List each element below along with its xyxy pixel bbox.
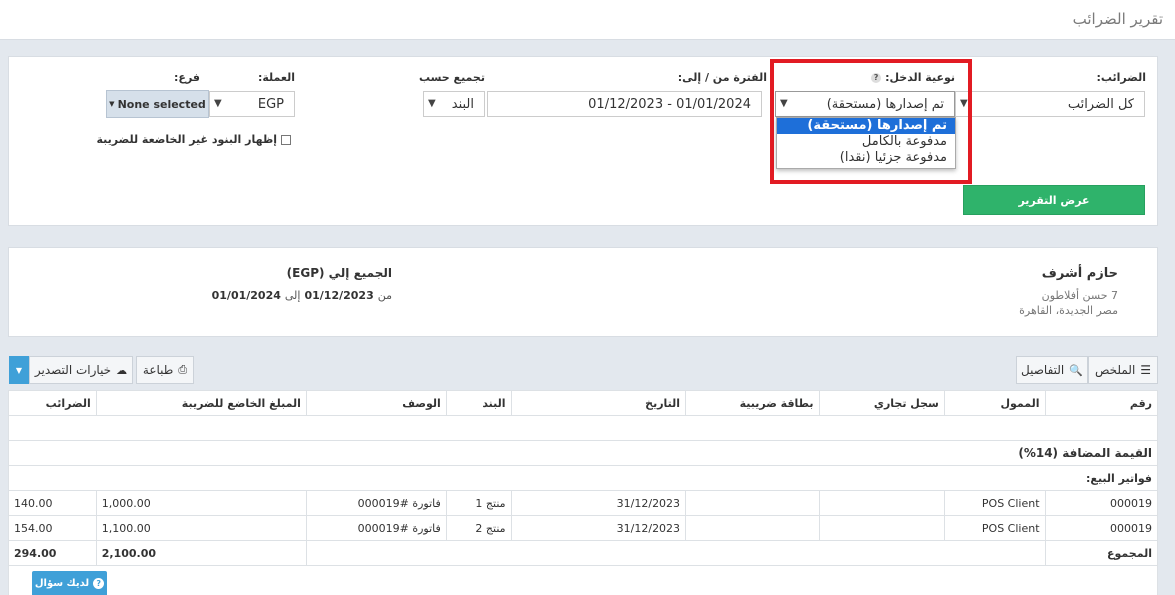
export-options-label: خيارات التصدير xyxy=(34,363,112,377)
date-to-word: إلى xyxy=(284,289,301,302)
cell-tax: 140.00 xyxy=(8,490,97,516)
export-options-button[interactable]: ☁ خيارات التصدير xyxy=(29,356,133,384)
cell-item: منتج 1 xyxy=(445,490,512,516)
col-header-commercial-reg: سجل تجاري xyxy=(818,390,945,416)
income-type-option[interactable]: تم إصدارها (مستحقة) xyxy=(777,118,955,134)
tax-report-table: الضرائب المبلغ الخاضع للضريبة الوصف البن… xyxy=(8,390,1159,595)
table-row: 140.00 1,000.00 فاتورة #000019 منتج 1 31… xyxy=(8,490,1159,516)
currency-select[interactable]: EGP ▼ xyxy=(209,91,295,117)
summary-button[interactable]: ☰ الملخص xyxy=(1088,356,1158,384)
taxes-select-value: كل الضرائب xyxy=(1067,96,1134,112)
company-name: حازم أشرف xyxy=(1041,266,1118,281)
cell-client: POS Client xyxy=(943,490,1046,516)
caret-down-icon: ▼ xyxy=(109,100,115,108)
group-by-select[interactable]: البند ▼ xyxy=(423,91,485,117)
cell-date: 31/12/2023 xyxy=(510,515,687,541)
cell-tax: 154.00 xyxy=(8,515,97,541)
chevron-down-icon: ▼ xyxy=(428,98,436,109)
total-row: 294.00 2,100.00 المجموع xyxy=(8,540,1159,566)
print-button-label: طباعة xyxy=(142,363,174,377)
taxes-select[interactable]: كل الضرائب ▼ xyxy=(955,91,1145,117)
table-header-row: الضرائب المبلغ الخاضع للضريبة الوصف البن… xyxy=(8,390,1159,416)
period-input[interactable]: 01/01/2024 - 01/12/2023 xyxy=(487,91,762,117)
branch-multiselect-value: None selected xyxy=(117,97,206,111)
details-button-label: التفاصيل xyxy=(1021,363,1065,377)
cell-number: 000019 xyxy=(1044,490,1159,516)
subsection-title: فواتير البيع: xyxy=(8,465,1158,491)
cell-taxable-amount: 1,100.00 xyxy=(95,515,307,541)
page-title: تقرير الضرائب xyxy=(1072,10,1163,28)
currency-label: العملة: xyxy=(257,71,295,84)
search-icon: 🔍 xyxy=(1069,363,1083,377)
help-button[interactable]: ? لديك سؤال xyxy=(32,571,107,595)
print-button[interactable]: ⎙ طباعة xyxy=(136,356,194,384)
col-header-tax-card: بطاقة ضريبية xyxy=(685,390,820,416)
company-address-line1: 7 حسن أفلاطون xyxy=(1041,289,1118,302)
export-dropdown-toggle[interactable]: ▼ xyxy=(9,356,29,384)
cell-number: 000019 xyxy=(1044,515,1159,541)
cell-client: POS Client xyxy=(943,515,1046,541)
date-to: 01/01/2024 xyxy=(211,289,281,302)
cloud-download-icon: ☁ xyxy=(116,363,128,377)
cell-description: فاتورة #000019 xyxy=(305,490,447,516)
show-non-taxable-checkbox[interactable] xyxy=(281,134,291,145)
income-type-option[interactable]: مدفوعة جزئيا (نقدا) xyxy=(777,150,955,166)
subsection-row: فواتير البيع: xyxy=(8,465,1158,491)
date-range: من 01/12/2023 إلى 01/01/2024 xyxy=(212,289,392,302)
printer-icon: ⎙ xyxy=(178,363,188,376)
col-header-date: التاريخ xyxy=(510,390,687,416)
page-header: تقرير الضرائب xyxy=(0,0,1175,40)
filter-panel: الضرائب: كل الضرائب ▼ نوعية الدخل: ? تم … xyxy=(8,56,1158,226)
question-circle-icon: ? xyxy=(93,577,105,589)
report-header-panel: حازم أشرف 7 حسن أفلاطون مصر الجديدة، الق… xyxy=(8,247,1158,337)
help-button-label: لديك سؤال xyxy=(34,577,90,589)
section-row: القيمة المضافة (14%) xyxy=(8,440,1158,466)
date-from-word: من xyxy=(377,289,392,302)
col-header-number: رقم xyxy=(1044,390,1159,416)
chevron-down-icon: ▼ xyxy=(214,98,222,109)
cell-tax-card xyxy=(685,490,820,516)
currency-select-value: EGP xyxy=(257,96,284,112)
cell-tax-card xyxy=(685,515,820,541)
cell-commercial-reg xyxy=(818,490,945,516)
total-spacer xyxy=(305,540,1046,566)
taxes-label: الضرائب: xyxy=(1096,71,1146,84)
period-input-value: 01/01/2024 - 01/12/2023 xyxy=(588,96,751,112)
total-tax: 294.00 xyxy=(8,540,97,566)
col-header-taxable-amount: المبلغ الخاضع للضريبة xyxy=(95,390,307,416)
branch-label: فرع: xyxy=(174,71,200,84)
show-non-taxable-label: إظهار البنود غير الخاضعة للضريبة xyxy=(96,133,277,146)
empty-row xyxy=(8,415,1158,441)
cell-taxable-amount: 1,000.00 xyxy=(95,490,307,516)
summary-button-label: الملخص xyxy=(1094,363,1136,377)
company-address-line2: مصر الجديدة، القاهرة xyxy=(1019,304,1118,317)
col-header-tax: الضرائب xyxy=(8,390,97,416)
cell-description: فاتورة #000019 xyxy=(305,515,447,541)
cell-date: 31/12/2023 xyxy=(510,490,687,516)
group-by-label: تجميع حسب xyxy=(418,71,485,84)
period-label: الفترة من / إلى: xyxy=(677,71,767,84)
total-taxable-amount: 2,100.00 xyxy=(95,540,307,566)
col-header-item: البند xyxy=(445,390,512,416)
group-by-select-value: البند xyxy=(451,96,474,112)
table-row: 154.00 1,100.00 فاتورة #000019 منتج 2 31… xyxy=(8,515,1159,541)
date-from: 01/12/2023 xyxy=(304,289,374,302)
cell-item: منتج 2 xyxy=(445,515,512,541)
currency-title: الجميع إلي (EGP) xyxy=(286,266,392,280)
list-icon: ☰ xyxy=(1140,363,1152,377)
total-label: المجموع xyxy=(1044,540,1159,566)
branch-multiselect[interactable]: ▼ None selected xyxy=(106,90,209,118)
income-type-option[interactable]: مدفوعة بالكامل xyxy=(777,134,955,150)
empty-row xyxy=(8,565,1158,595)
section-title: القيمة المضافة (14%) xyxy=(8,440,1158,466)
cell-commercial-reg xyxy=(818,515,945,541)
income-type-options-list: تم إصدارها (مستحقة) مدفوعة بالكامل مدفوع… xyxy=(776,117,956,169)
col-header-client: الممول xyxy=(943,390,1046,416)
col-header-description: الوصف xyxy=(305,390,447,416)
show-non-taxable-option: إظهار البنود غير الخاضعة للضريبة xyxy=(96,133,291,146)
details-button[interactable]: 🔍 التفاصيل xyxy=(1016,356,1088,384)
view-report-button[interactable]: عرض التقرير xyxy=(963,185,1145,215)
